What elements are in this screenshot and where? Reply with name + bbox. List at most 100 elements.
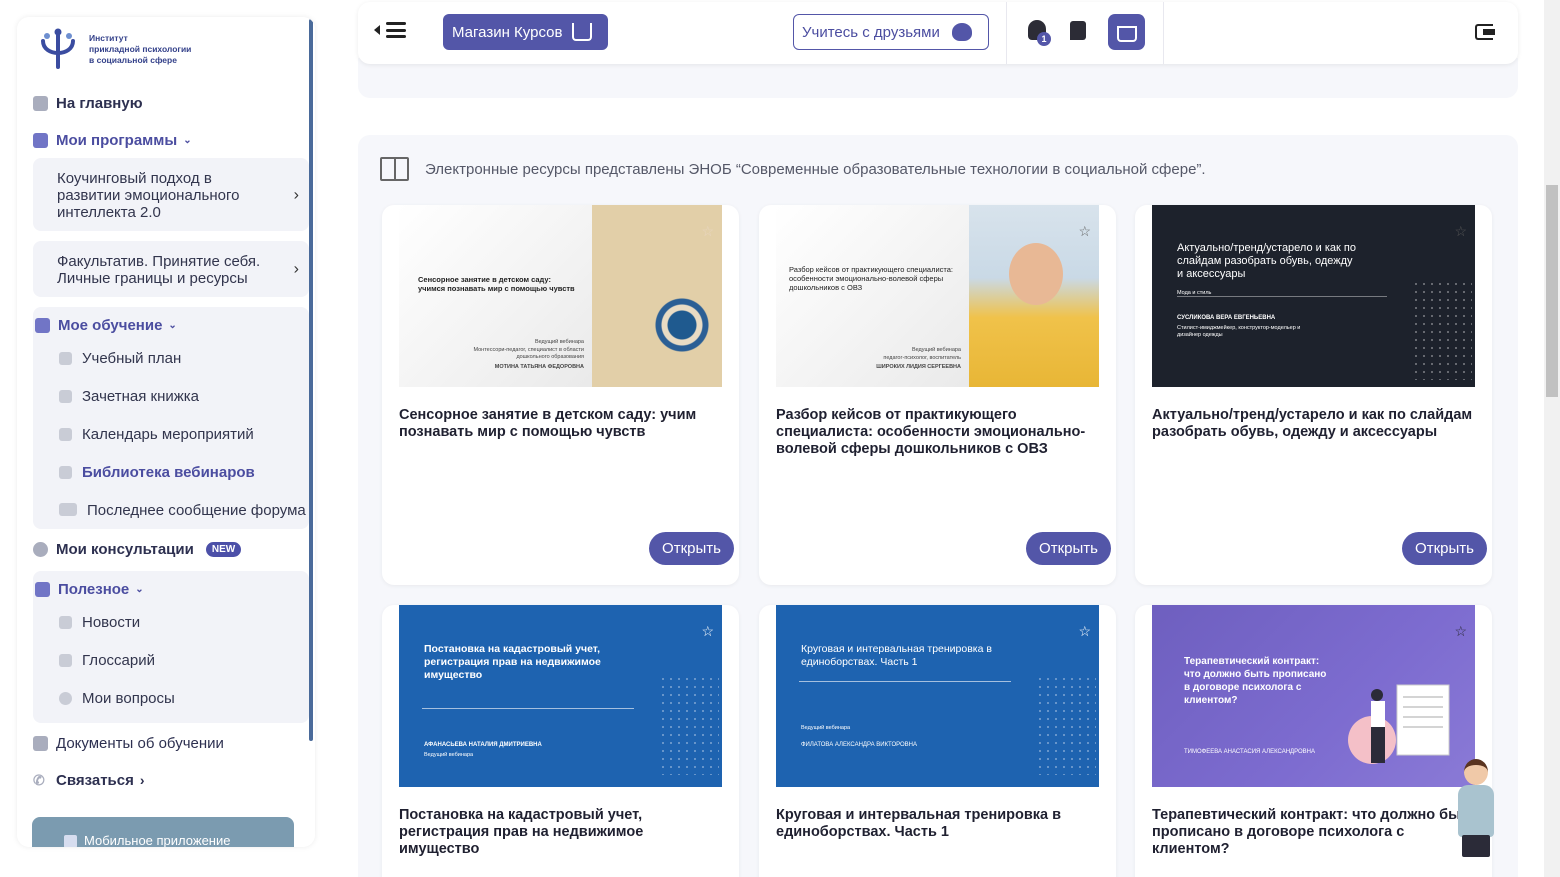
thumbnail-author: АФАНАСЬЕВА НАТАЛИЯ ДМИТРИЕВНА: [424, 742, 542, 748]
logo-text: Институт прикладной психологии в социаль…: [89, 32, 192, 65]
program-item-label: Коучинговый подход в развитии эмоциональ…: [57, 170, 240, 221]
course-shop-button[interactable]: Магазин Курсов: [443, 14, 608, 50]
thumbnail-role: Ведущий вебинара: [534, 339, 584, 345]
thumbnail-title: Разбор кейсов от практикующего специалис…: [789, 265, 954, 292]
favorite-star-icon[interactable]: ☆: [1078, 623, 1091, 640]
thumbnail-title: Актуально/тренд/устарело и как по слайда…: [1177, 242, 1356, 280]
folder-icon: [59, 465, 72, 479]
sidebar-nav: На главную Мои программы ⌄ Коучинговый п…: [33, 89, 309, 794]
logout-icon[interactable]: [1475, 24, 1495, 40]
basket-button[interactable]: [1108, 14, 1145, 50]
nav-contact[interactable]: ✆ Связаться ›: [33, 766, 309, 794]
webinar-thumbnail[interactable]: Терапевтический контракт: что должно быт…: [1152, 605, 1475, 787]
sidebar-item-forum[interactable]: Последнее сообщение форума: [33, 491, 309, 523]
sidebar-scrollbar[interactable]: [309, 19, 313, 741]
sidebar-item-webinar-library[interactable]: Библиотека вебинаров: [33, 453, 309, 491]
favorite-star-icon[interactable]: ☆: [1078, 223, 1091, 240]
sidebar-item-label: Календарь мероприятий: [82, 425, 254, 443]
chat-icon: [33, 541, 48, 557]
document-icon: [33, 132, 48, 148]
assistant-body: [1458, 785, 1494, 837]
thumbnail-role: Ведущий вебинара: [801, 725, 851, 731]
webinar-card-title: Постановка на кадастровый учет, регистра…: [399, 807, 644, 857]
nav-my-consultations-label: Мои консультации: [56, 540, 194, 558]
sidebar-item-calendar[interactable]: Календарь мероприятий: [33, 415, 309, 453]
header-underlay: [358, 58, 1518, 98]
nav-useful[interactable]: Полезное ⌄: [33, 575, 309, 603]
notifications-badge: 1: [1037, 32, 1051, 46]
favorite-star-icon[interactable]: ☆: [1454, 223, 1467, 240]
book-icon: [59, 653, 72, 667]
course-shop-label: Магазин Курсов: [452, 23, 563, 41]
sidebar-item-gradebook[interactable]: Зачетная книжка: [33, 377, 309, 415]
menu-toggle[interactable]: [374, 22, 406, 38]
thumbnail-author: ТИМОФЕЕВА АНАСТАСИЯ АЛЕКСАНДРОВНА: [1184, 749, 1315, 755]
chevron-right-icon: ›: [293, 260, 299, 278]
sidebar-item-label: Учебный план: [82, 349, 182, 367]
webinar-card: Постановка на кадастровый учет, регистра…: [382, 605, 739, 877]
thumbnail-dots: [1036, 675, 1096, 775]
mobile-app-button[interactable]: Мобильное приложение: [32, 817, 294, 847]
webinar-thumbnail[interactable]: Разбор кейсов от практикующего специалис…: [776, 205, 1099, 387]
nav-documents[interactable]: Документы об обучении: [33, 729, 309, 757]
chevron-down-icon: ⌄: [168, 319, 177, 331]
sidebar-item-label: Глоссарий: [82, 651, 155, 669]
microphone-icon: [59, 615, 72, 629]
sidebar-item-my-questions[interactable]: Мои вопросы: [33, 679, 309, 717]
webinar-thumbnail[interactable]: Круговая и интервальная тренировка в еди…: [776, 605, 1099, 787]
thumbnail-rule: [422, 708, 634, 709]
document-icon: [33, 735, 48, 751]
open-button[interactable]: Открыть: [1402, 532, 1487, 565]
nav-my-learning[interactable]: Мое обучение ⌄: [33, 311, 309, 339]
phone-icon: ✆: [33, 772, 48, 788]
nav-contact-label: Связаться: [56, 771, 134, 789]
favorite-star-icon[interactable]: ☆: [1454, 623, 1467, 640]
thumbnail-dots: [1412, 280, 1472, 380]
favorite-star-icon[interactable]: ☆: [701, 623, 714, 640]
sidebar-item-news[interactable]: Новости: [33, 603, 309, 641]
sidebar-item-glossary[interactable]: Глоссарий: [33, 641, 309, 679]
open-button[interactable]: Открыть: [1026, 532, 1111, 565]
grid-icon: [64, 835, 77, 847]
page-scrollbar-thumb[interactable]: [1546, 185, 1558, 397]
nav-home[interactable]: На главную: [33, 89, 309, 117]
assistant-legs: [1462, 835, 1490, 857]
thumbnail-title: Терапевтический контракт: что должно быт…: [1184, 656, 1327, 706]
nav-documents-label: Документы об обучении: [56, 734, 224, 752]
thumbnail-desc: педагог-психолог, воспитатель: [883, 355, 961, 361]
chart-icon: [59, 389, 72, 403]
webinar-thumbnail[interactable]: Актуально/тренд/устарело и как по слайда…: [1152, 205, 1475, 387]
chat-bubbles-icon: [59, 503, 77, 516]
messages-icon[interactable]: [1070, 21, 1086, 40]
learn-with-friends-label: Учитесь с друзьями: [802, 23, 940, 41]
assistant-avatar[interactable]: [1452, 755, 1500, 857]
thumbnail-author: ШИРОКИХ ЛИДИЯ СЕРГЕЕВНА: [876, 364, 961, 370]
useful-group: Полезное ⌄ Новости Глоссарий Мои вопросы: [33, 571, 309, 723]
learn-with-friends-button[interactable]: Учитесь с друзьями: [793, 14, 989, 50]
collapse-arrow-icon: [374, 25, 380, 35]
open-button[interactable]: Открыть: [649, 532, 734, 565]
cart-icon: [572, 23, 593, 41]
webinar-card: Терапевтический контракт: что должно быт…: [1135, 605, 1492, 877]
new-badge: NEW: [205, 541, 242, 557]
webinar-thumbnail[interactable]: Сенсорное занятие в детском саду: учимся…: [399, 205, 722, 387]
favorite-star-icon[interactable]: ☆: [701, 223, 714, 240]
program-item[interactable]: Факультатив. Принятие себя. Личные грани…: [33, 241, 309, 297]
webinar-thumbnail[interactable]: Постановка на кадастровый учет, регистра…: [399, 605, 722, 787]
webinar-card-title: Актуально/тренд/устарело и как по слайда…: [1152, 407, 1473, 440]
program-item-label: Факультатив. Принятие себя. Личные грани…: [57, 253, 261, 287]
logo[interactable]: Институт прикладной психологии в социаль…: [37, 27, 191, 71]
webinar-card: Актуально/тренд/устарело и как по слайда…: [1135, 205, 1492, 585]
thumbnail-author: МОТИНА ТАТЬЯНА ФЕДОРОВНА: [494, 364, 584, 370]
nav-my-programs[interactable]: Мои программы ⌄: [33, 126, 309, 154]
divider: [1006, 2, 1007, 64]
thumbnail-author: СУСЛИКОВА ВЕРА ЕВГЕНЬЕВНА: [1177, 315, 1276, 321]
page-scrollbar-track[interactable]: [1544, 0, 1560, 877]
sidebar-item-curriculum[interactable]: Учебный план: [33, 339, 309, 377]
nav-useful-label: Полезное: [58, 580, 130, 598]
nav-my-consultations[interactable]: Мои консультации NEW: [33, 535, 309, 563]
thumbnail-title: Сенсорное занятие в детском саду: учимся…: [418, 275, 575, 293]
webinar-card-title: Сенсорное занятие в детском саду: учим п…: [399, 407, 697, 440]
program-item[interactable]: Коучинговый подход в развитии эмоциональ…: [33, 158, 309, 231]
thumbnail-rule: [1177, 296, 1387, 297]
